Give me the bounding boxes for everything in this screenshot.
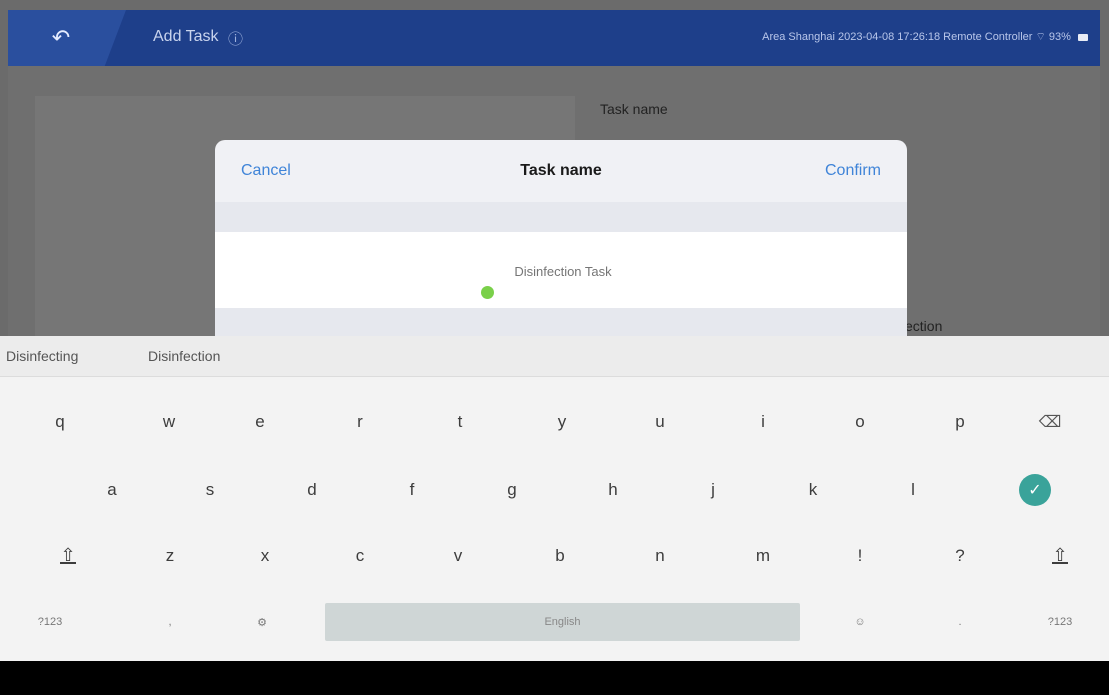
text-cursor-handle[interactable] <box>481 286 494 299</box>
suggestion-item[interactable]: Disinfecting <box>6 348 78 364</box>
shift-icon: ⇧ <box>60 545 76 565</box>
back-arrow-icon: ↶ <box>51 25 71 50</box>
key-period[interactable]: . <box>930 597 990 647</box>
key-comma[interactable]: , <box>140 597 200 647</box>
status-text: Area Shanghai 2023-04-08 17:26:18 Remote… <box>762 31 1033 43</box>
check-icon: ✓ <box>1019 474 1051 506</box>
key-o[interactable]: o <box>830 397 890 447</box>
dialog-divider <box>215 202 907 232</box>
wifi-icon: ⌔ <box>1035 31 1046 43</box>
key-a[interactable]: a <box>82 465 142 515</box>
key-f[interactable]: f <box>382 465 442 515</box>
key-t[interactable]: t <box>430 397 490 447</box>
shift-icon: ⇧ <box>1052 545 1068 565</box>
key-q[interactable]: q <box>30 397 90 447</box>
suggestion-item[interactable]: Disinfection <box>148 348 220 364</box>
task-name-dialog: Cancel Task name Confirm <box>215 140 907 336</box>
status-area: Area Shanghai 2023-04-08 17:26:18 Remote… <box>762 30 1088 44</box>
key-y[interactable]: y <box>532 397 592 447</box>
enter-key[interactable]: ✓ <box>1005 465 1065 515</box>
background-partial-label: ection <box>905 318 943 334</box>
page-title: Add Task <box>153 28 219 45</box>
key-u[interactable]: u <box>630 397 690 447</box>
symbols-key[interactable]: ?123 <box>20 597 80 647</box>
key-d[interactable]: d <box>282 465 342 515</box>
shift-key-right[interactable]: ⇧ <box>1030 531 1090 581</box>
key-e[interactable]: e <box>230 397 290 447</box>
shift-key[interactable]: ⇧ <box>38 531 98 581</box>
key-g[interactable]: g <box>482 465 542 515</box>
key-p[interactable]: p <box>930 397 990 447</box>
space-bar[interactable]: English <box>325 603 800 641</box>
top-bar: ↶ Add Task ⓘ Area Shanghai 2023-04-08 17… <box>8 10 1100 66</box>
key-r[interactable]: r <box>330 397 390 447</box>
dialog-title: Task name <box>520 162 602 179</box>
battery-icon <box>1078 33 1088 41</box>
symbols-key-right[interactable]: ?123 <box>1030 597 1090 647</box>
backspace-icon[interactable]: ⌫ <box>1020 397 1080 447</box>
globe-icon[interactable]: ⚙ <box>232 597 292 647</box>
confirm-button[interactable]: Confirm <box>825 162 881 180</box>
back-button[interactable]: ↶ <box>8 10 126 66</box>
task-name-input[interactable] <box>215 232 907 310</box>
key-s[interactable]: s <box>180 465 240 515</box>
key-exclamation[interactable]: ! <box>830 531 890 581</box>
key-j[interactable]: j <box>683 465 743 515</box>
bottom-black-bar <box>0 661 1109 695</box>
task-name-field[interactable] <box>215 232 907 310</box>
background-task-name-label: Task name <box>600 101 668 117</box>
soft-keyboard: q w e r t y u i o p ⌫ a s d f g h j k l … <box>0 377 1109 661</box>
key-w[interactable]: w <box>139 397 199 447</box>
key-x[interactable]: x <box>235 531 295 581</box>
key-n[interactable]: n <box>630 531 690 581</box>
dialog-footer <box>215 308 907 336</box>
key-i[interactable]: i <box>733 397 793 447</box>
key-c[interactable]: c <box>330 531 390 581</box>
battery-text: 93% <box>1048 31 1071 43</box>
key-m[interactable]: m <box>733 531 793 581</box>
key-v[interactable]: v <box>428 531 488 581</box>
key-k[interactable]: k <box>783 465 843 515</box>
info-icon[interactable]: ⓘ <box>228 28 243 49</box>
key-l[interactable]: l <box>883 465 943 515</box>
key-h[interactable]: h <box>583 465 643 515</box>
emoji-icon[interactable]: ☺ <box>830 597 890 647</box>
suggestion-bar: Disinfecting Disinfection <box>0 336 1109 377</box>
key-z[interactable]: z <box>140 531 200 581</box>
key-question[interactable]: ? <box>930 531 990 581</box>
key-b[interactable]: b <box>530 531 590 581</box>
